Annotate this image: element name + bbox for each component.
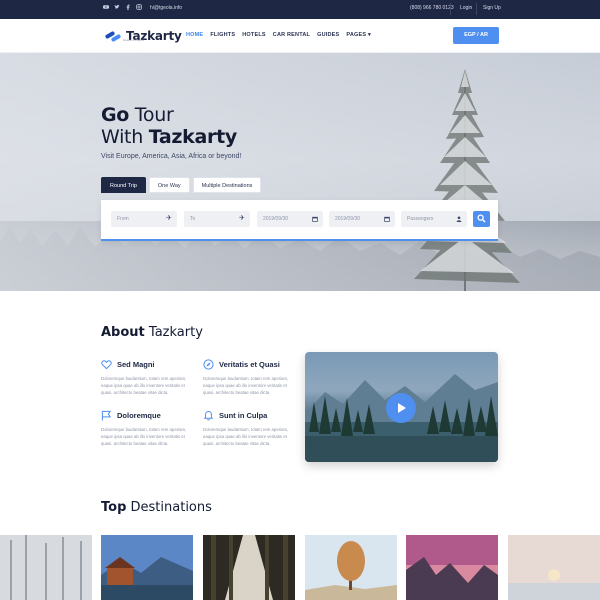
compass-icon (203, 359, 214, 370)
play-video-button[interactable] (386, 393, 416, 423)
contact-email[interactable]: hi@tgeola.info (150, 5, 182, 11)
twitter-icon[interactable] (114, 4, 120, 10)
feature-text: Doloremque laudantium, totam rem aperiam… (203, 376, 289, 395)
to-field[interactable]: To ✈ (184, 211, 250, 227)
signup-link[interactable]: Sign Up (483, 5, 501, 11)
currency-language-button[interactable]: EGP / AR (453, 27, 499, 44)
nav-item-car-rental[interactable]: CAR RENTAL (273, 32, 310, 38)
nav-menu: HOME FLIGHTS HOTELS CAR RENTAL GUIDES PA… (186, 32, 371, 38)
nav-item-guides[interactable]: GUIDES (317, 32, 339, 38)
bell-icon (203, 410, 214, 421)
social-links (103, 4, 142, 10)
search-button[interactable] (473, 211, 490, 227)
winter-sunset-image (508, 535, 600, 600)
snowy-forest-image (0, 535, 92, 600)
feature-title: Veritatis et Quasi (219, 360, 280, 369)
destination-card[interactable] (508, 535, 600, 600)
depart-date-field[interactable]: 2019/09/30 (257, 211, 323, 227)
hero-title-line-2: With Tazkarty (101, 126, 237, 148)
passengers-field[interactable]: Passengers (401, 211, 467, 227)
divider (476, 3, 477, 15)
hero-subtitle: Visit Europe, America, Asia, Africa or b… (101, 153, 242, 160)
logo-tagline: Hotels & Flights (123, 38, 145, 42)
destination-card[interactable] (0, 535, 92, 600)
feature-text: Doloremque laudantium, totam rem aperiam… (101, 427, 187, 446)
destination-card[interactable] (305, 535, 397, 600)
trip-type-tabs: Round Trip One Way Multiple Destinations (101, 177, 262, 193)
top-bar: hi@tgeola.info (808) 966 780 0123 Login … (0, 0, 600, 19)
destination-card[interactable] (406, 535, 498, 600)
nav-item-hotels[interactable]: HOTELS (242, 32, 266, 38)
calendar-icon (312, 211, 318, 229)
snowy-tree-image (414, 69, 520, 291)
tab-one-way[interactable]: One Way (148, 177, 190, 193)
hero-section (0, 53, 600, 291)
from-field[interactable]: From ✈ (111, 211, 177, 227)
autumn-tree-image (305, 535, 397, 600)
feature-title: Sunt in Culpa (219, 411, 268, 420)
flight-search-panel: From ✈ To ✈ 2019/09/30 2019/09/30 Passen… (101, 200, 498, 241)
return-date-field[interactable]: 2019/09/30 (329, 211, 395, 227)
tab-round-trip[interactable]: Round Trip (101, 177, 146, 193)
flag-icon (101, 410, 112, 421)
instagram-icon[interactable] (136, 4, 142, 10)
nav-item-pages[interactable]: PAGES ▾ (346, 32, 371, 38)
destinations-heading: Top Destinations (101, 500, 212, 515)
feature-title: Doloremque (117, 411, 161, 420)
canyon-sunset-image (406, 535, 498, 600)
contact-phone[interactable]: (808) 966 780 0123 (410, 5, 454, 11)
feature-text: Doloremque laudantium, totam rem aperiam… (203, 427, 289, 446)
login-link[interactable]: Login (460, 5, 472, 11)
hero-title-line-1: Go Tour (101, 104, 174, 126)
cabin-lake-image (101, 535, 193, 600)
calendar-icon (384, 211, 390, 229)
forest-path-image (203, 535, 295, 600)
heart-icon (101, 360, 112, 370)
youtube-icon[interactable] (103, 4, 109, 10)
logo-mark-icon (104, 30, 123, 43)
about-heading: About Tazkarty (101, 325, 203, 340)
site-logo[interactable]: Tazkarty (104, 26, 182, 46)
nav-item-flights[interactable]: FLIGHTS (210, 32, 235, 38)
feature-title: Sed Magni (117, 360, 155, 369)
divider (450, 3, 451, 15)
plane-depart-icon: ✈ (166, 215, 172, 222)
destination-card[interactable] (203, 535, 295, 600)
user-icon (456, 211, 462, 229)
feature-text: Doloremque laudantium, totam rem aperiam… (101, 376, 187, 395)
play-icon (398, 403, 406, 413)
destination-card[interactable] (101, 535, 193, 600)
nav-item-home[interactable]: HOME (186, 32, 203, 38)
plane-arrive-icon: ✈ (239, 215, 245, 222)
search-icon (477, 214, 486, 223)
facebook-icon[interactable] (125, 4, 131, 10)
tab-multiple-destinations[interactable]: Multiple Destinations (192, 177, 262, 193)
